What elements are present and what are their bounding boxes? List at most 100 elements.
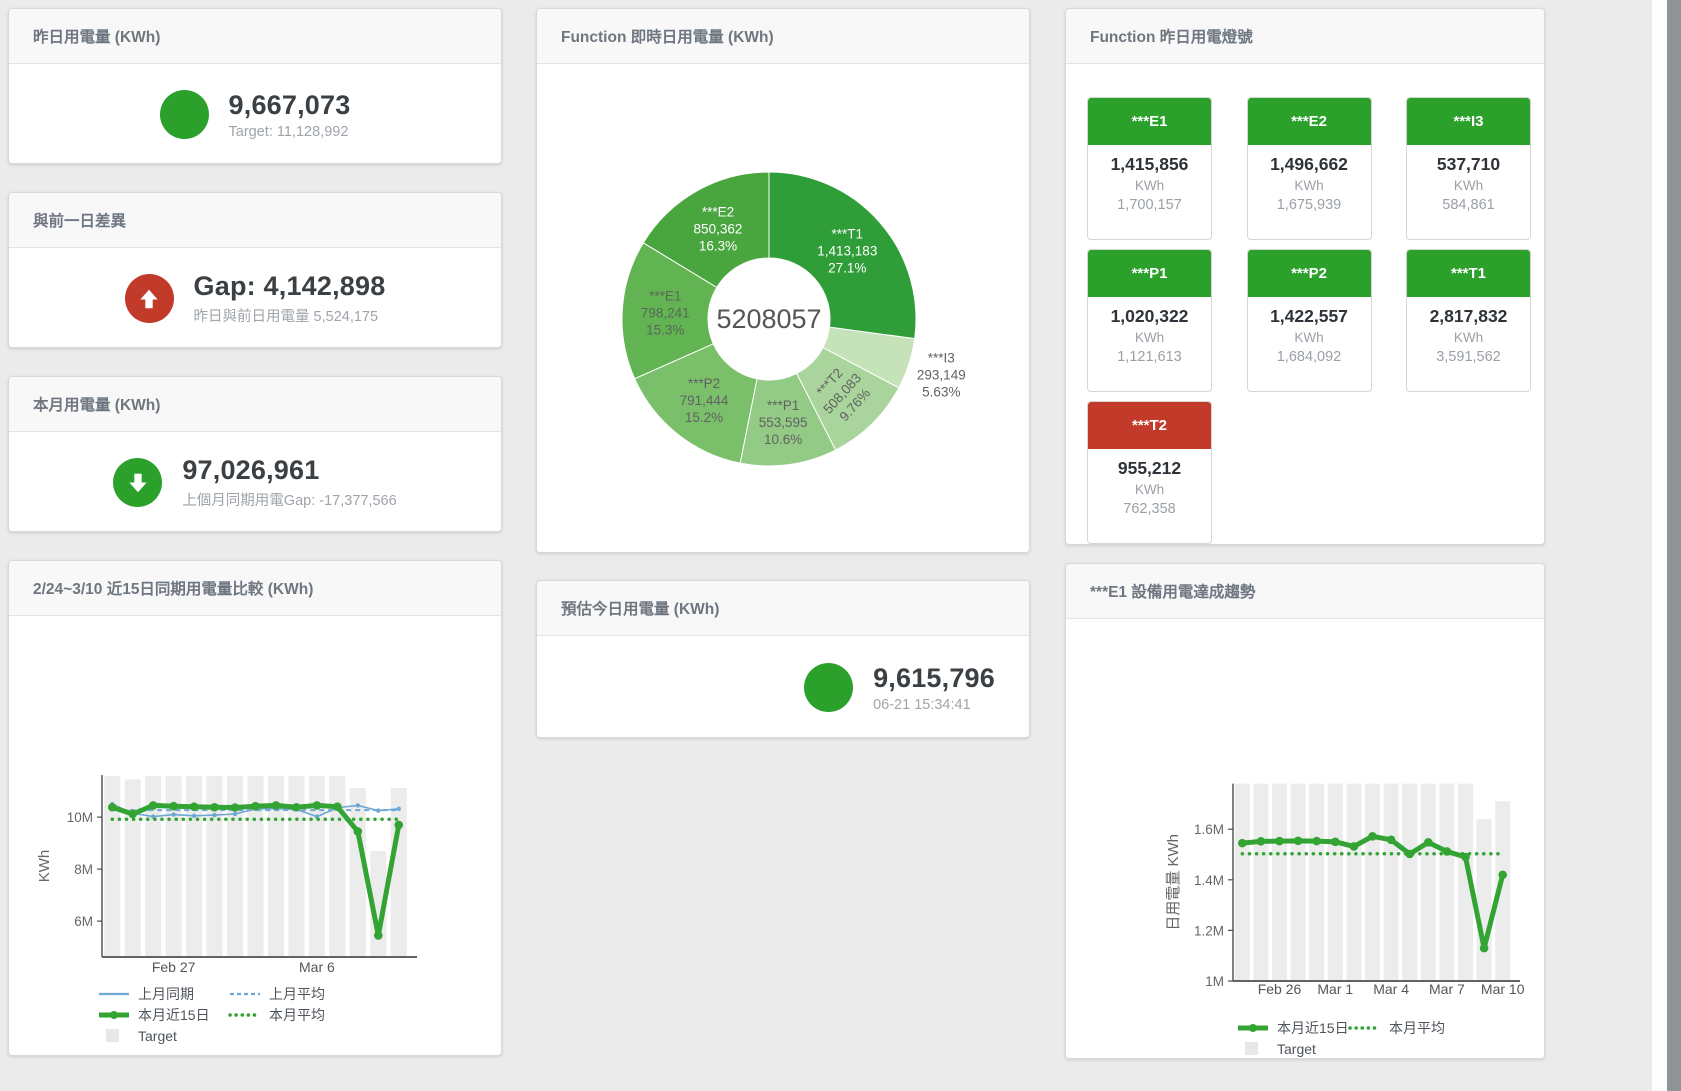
- x-tick-label: Mar 7: [1429, 981, 1465, 997]
- kpi-value: 9,615,796: [873, 663, 995, 694]
- tile-value: 1,415,856: [1088, 154, 1211, 175]
- tile-unit: KWh: [1088, 482, 1211, 497]
- legend-item-dots[interactable]: 本月平均: [228, 1005, 359, 1025]
- tile-value: 955,212: [1088, 458, 1211, 479]
- series-point: [272, 801, 281, 810]
- chart-legend: 本月近15日 本月平均 Target: [1236, 1017, 1544, 1059]
- tile-secondary-value: 584,861: [1407, 197, 1530, 213]
- kpi-subtitle: 昨日與前日用電量 5,524,175: [194, 305, 386, 326]
- series-point: [1368, 832, 1377, 841]
- column-left: 昨日用電量 (KWh) 9,667,073 Target: 11,128,992…: [8, 8, 502, 1056]
- tile-body: 1,415,856KWh1,700,157: [1088, 145, 1211, 213]
- card-yesterday-usage: 昨日用電量 (KWh) 9,667,073 Target: 11,128,992: [8, 8, 502, 164]
- y-tick-label: 1M: [1205, 974, 1224, 989]
- legend-row: 本月近15日 本月平均: [1236, 1017, 1544, 1038]
- series-point: [354, 827, 363, 836]
- series-point: [1350, 842, 1359, 851]
- series-point: [128, 810, 137, 819]
- tile-status-header: ***T2: [1088, 402, 1211, 449]
- series-point: [190, 802, 199, 811]
- tile-status-header: ***P2: [1248, 250, 1371, 297]
- dashboard: 昨日用電量 (KWh) 9,667,073 Target: 11,128,992…: [0, 0, 1681, 1091]
- y-tick-label: 8M: [74, 862, 93, 877]
- comparison-line-chart: 6M8M10MKWhFeb 27Mar 6: [9, 616, 501, 976]
- kpi-value: 97,026,961: [182, 455, 396, 486]
- legend-item-thickline[interactable]: 本月近15日: [97, 1005, 228, 1025]
- y-tick-label: 10M: [67, 810, 93, 825]
- series-point: [292, 803, 301, 812]
- light-tile-T1: ***T12,817,832KWh3,591,562: [1406, 249, 1531, 392]
- tile-value: 1,496,662: [1248, 154, 1371, 175]
- kpi-text: 9,667,073 Target: 11,128,992: [229, 90, 351, 140]
- legend-item-box[interactable]: Target: [97, 1028, 228, 1044]
- light-tile-P2: ***P21,422,557KWh1,684,092: [1247, 249, 1372, 392]
- kpi-text: 9,615,796 06-21 15:34:41: [873, 663, 995, 713]
- tile-value: 2,817,832: [1407, 306, 1530, 327]
- column-middle: Function 即時日用電量 (KWh) ***T11,413,18327.1…: [536, 8, 1030, 766]
- target-bar: [1253, 784, 1268, 981]
- target-bar: [1439, 784, 1454, 981]
- target-bar: [125, 779, 141, 957]
- series-point: [313, 801, 322, 810]
- arrow-up-circle-icon: [125, 274, 174, 323]
- kpi-value: Gap: 4,142,898: [194, 271, 386, 302]
- series-point: [333, 802, 342, 811]
- y-axis-title: KWh: [36, 850, 53, 883]
- tile-body: 1,422,557KWh1,684,092: [1248, 297, 1371, 365]
- legend-label: 本月平均: [1389, 1018, 1445, 1038]
- series-point: [233, 812, 237, 816]
- tile-secondary-value: 3,591,562: [1407, 349, 1530, 365]
- scrollbar[interactable]: [1667, 0, 1681, 1091]
- legend-item-dash[interactable]: 上月平均: [228, 984, 359, 1004]
- legend-label: 本月近15日: [138, 1005, 210, 1025]
- target-bar: [1402, 784, 1417, 981]
- series-point: [210, 803, 219, 812]
- legend-row: Target: [97, 1025, 501, 1046]
- usage-donut-chart: ***T11,413,18327.1%***I3293,1495.63%***T…: [537, 64, 1029, 547]
- legend-label: 本月近15日: [1277, 1018, 1349, 1038]
- series-point: [169, 802, 178, 811]
- status-circle-icon: [160, 90, 209, 139]
- target-bar: [1384, 784, 1399, 981]
- series-point: [212, 813, 216, 817]
- kpi-body: 97,026,961 上個月同期用電Gap: -17,377,566: [9, 432, 501, 533]
- tile-value: 537,710: [1407, 154, 1530, 175]
- light-tile-E2: ***E21,496,662KWh1,675,939: [1247, 97, 1372, 240]
- x-tick-label: Feb 27: [152, 959, 196, 975]
- tile-unit: KWh: [1088, 178, 1211, 193]
- series-point: [1498, 870, 1507, 879]
- light-tile-I3: ***I3537,710KWh584,861: [1406, 97, 1531, 240]
- series-point: [1257, 837, 1266, 846]
- target-bar: [1421, 784, 1436, 981]
- legend-item-box[interactable]: Target: [1236, 1041, 1348, 1057]
- legend-item-line[interactable]: 上月同期: [97, 984, 228, 1004]
- tile-unit: KWh: [1248, 178, 1371, 193]
- tile-secondary-value: 1,121,613: [1088, 349, 1211, 365]
- kpi-body: 9,615,796 06-21 15:34:41: [537, 636, 1029, 739]
- legend-item-thickline[interactable]: 本月近15日: [1236, 1018, 1348, 1038]
- x-tick-label: Feb 26: [1258, 981, 1302, 997]
- card-title-month-usage: 本月用電量 (KWh): [9, 377, 501, 432]
- card-yesterday-usage-lights: Function 昨日用電燈號 ***E11,415,856KWh1,700,1…: [1065, 8, 1545, 545]
- pie-center-total: 5208057: [716, 304, 821, 334]
- series-point: [1405, 850, 1414, 859]
- y-tick-label: 1.6M: [1194, 822, 1224, 837]
- target-bar: [1477, 819, 1492, 981]
- series-point: [251, 802, 260, 811]
- tile-body: 1,020,322KWh1,121,613: [1088, 297, 1211, 365]
- scrollbar-thumb[interactable]: [1667, 0, 1681, 1091]
- kpi-timestamp: 06-21 15:34:41: [873, 697, 995, 713]
- series-point: [374, 931, 383, 940]
- tile-status-header: ***E1: [1088, 98, 1211, 145]
- card-title-e1-trend: ***E1 設備用電達成趨勢: [1066, 564, 1544, 619]
- tile-unit: KWh: [1248, 330, 1371, 345]
- target-bar: [1309, 784, 1324, 981]
- series-point: [1443, 847, 1452, 856]
- card-title-15day-comparison: 2/24~3/10 近15日同期用電量比較 (KWh): [9, 561, 501, 616]
- series-point: [171, 812, 175, 816]
- legend-item-dots[interactable]: 本月平均: [1348, 1018, 1460, 1038]
- tile-body: 1,496,662KWh1,675,939: [1248, 145, 1371, 213]
- card-title-usage-lights: Function 昨日用電燈號: [1066, 9, 1544, 64]
- tile-unit: KWh: [1088, 330, 1211, 345]
- kpi-subtitle: 上個月同期用電Gap: -17,377,566: [182, 489, 396, 510]
